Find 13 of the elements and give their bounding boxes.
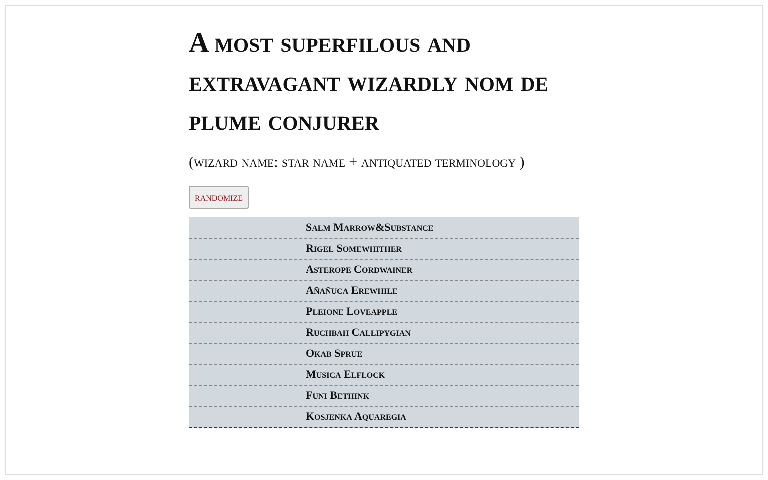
wizard-name: Musica Elflock (306, 369, 386, 381)
wizard-name: Asterope Cordwainer (306, 264, 413, 276)
subtitle: (wizard name: star name + antiquated terminology ) (189, 155, 526, 172)
page-title: A most superfilous and extravagant wizardly nom de plume conjurer (189, 27, 550, 139)
wizard-name: Kosjenka Aquaregia (306, 411, 406, 423)
wizard-name: Añañuca Erewhile (306, 285, 398, 297)
wizard-name: Ruchbah Callipygian (306, 327, 411, 339)
randomize-button[interactable]: randomize (189, 186, 249, 209)
wizard-name: Funi Bethink (306, 390, 370, 402)
wizard-name: Okab Sprue (306, 348, 363, 360)
wizard-name: Salm Marrow&Substance (306, 222, 434, 234)
wizard-name: Rigel Somewhither (306, 243, 402, 255)
wizard-name: Pleione Loveapple (306, 306, 398, 318)
